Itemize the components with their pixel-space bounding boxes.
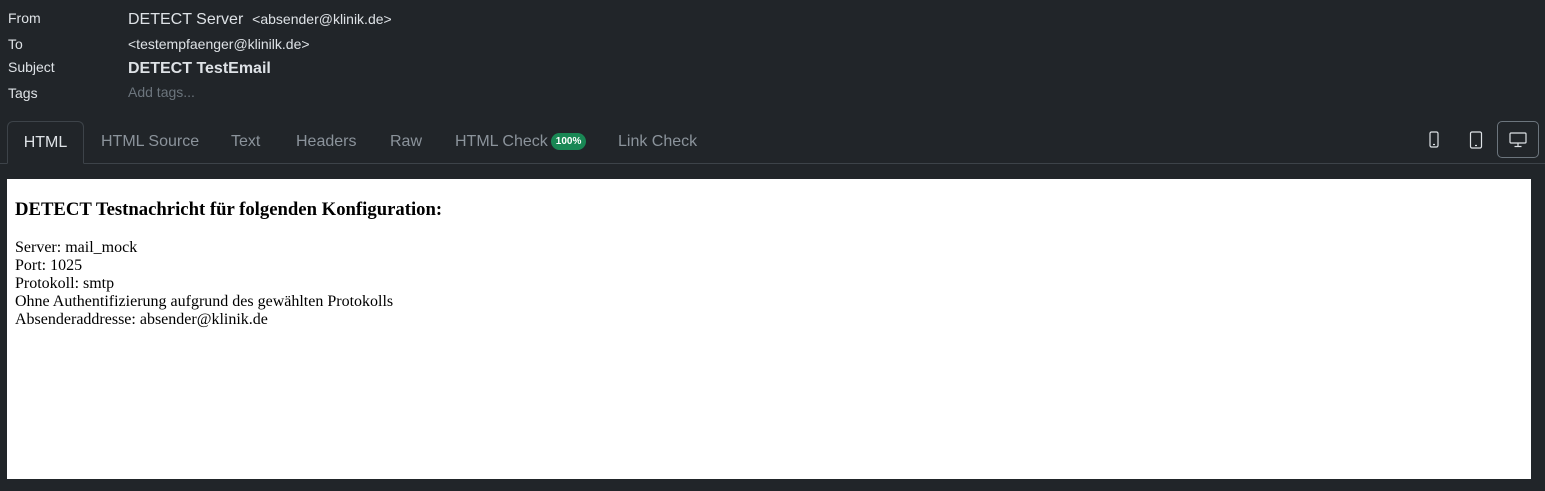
from-value: DETECT Server <absender@klinik.de> [128, 11, 392, 29]
tags-field-wrap [128, 84, 428, 100]
phone-view-button[interactable] [1414, 121, 1454, 158]
from-row: From DETECT Server <absender@klinik.de> [0, 9, 1545, 33]
message-headers: From DETECT Server <absender@klinik.de> … [0, 0, 1545, 110]
desktop-view-button[interactable] [1497, 121, 1539, 158]
html-check-score-badge: 100% [550, 133, 587, 151]
tab-html-check-label: HTML Check [455, 133, 548, 150]
from-name: DETECT Server [128, 11, 244, 28]
message-line-server: Server: mail_mock [15, 239, 138, 256]
tablet-view-button[interactable] [1456, 121, 1496, 158]
view-tabs: HTML HTML Source Text Headers Raw HTML C… [0, 121, 1545, 164]
tab-headers-label: Headers [296, 133, 357, 150]
tags-label: Tags [8, 85, 38, 101]
tags-row: Tags [0, 84, 1545, 108]
subject-value: DETECT TestEmail [128, 60, 271, 77]
tab-headers[interactable]: Headers [296, 121, 356, 163]
tab-raw-label: Raw [390, 133, 423, 150]
message-line-sender: Absenderaddresse: absender@klinik.de [15, 311, 268, 328]
to-address: <testempfaenger@klinilk.de> [128, 36, 310, 52]
from-label: From [8, 10, 41, 26]
tab-link-check-label: Link Check [618, 133, 698, 150]
subject-row: Subject DETECT TestEmail [0, 58, 1545, 82]
to-row: To <testempfaenger@klinilk.de> [0, 35, 1545, 59]
tab-html-check[interactable]: HTML Check 100% [455, 121, 587, 163]
email-html-preview: DETECT Testnachricht für folgenden Konfi… [7, 179, 1531, 479]
tablet-icon [1469, 130, 1483, 149]
phone-icon [1429, 130, 1439, 148]
tags-input[interactable] [128, 84, 428, 100]
tab-html[interactable]: HTML [7, 121, 84, 164]
tab-link-check[interactable]: Link Check [618, 121, 697, 163]
tab-text[interactable]: Text [231, 121, 260, 163]
desktop-icon [1509, 131, 1527, 147]
from-address: <absender@klinik.de> [252, 11, 392, 27]
subject-label: Subject [8, 59, 55, 75]
tab-html-source-label: HTML Source [101, 133, 200, 150]
tab-html-label: HTML [23, 134, 68, 151]
tab-html-source[interactable]: HTML Source [101, 121, 199, 163]
message-heading: DETECT Testnachricht für folgenden Konfi… [15, 199, 443, 220]
message-line-protocol: Protokoll: smtp [15, 275, 115, 292]
tab-raw[interactable]: Raw [390, 121, 422, 163]
message-line-auth: Ohne Authentifizierung aufgrund des gewä… [15, 293, 394, 310]
to-label: To [8, 36, 23, 52]
tab-text-label: Text [231, 133, 261, 150]
message-line-port: Port: 1025 [15, 257, 83, 274]
